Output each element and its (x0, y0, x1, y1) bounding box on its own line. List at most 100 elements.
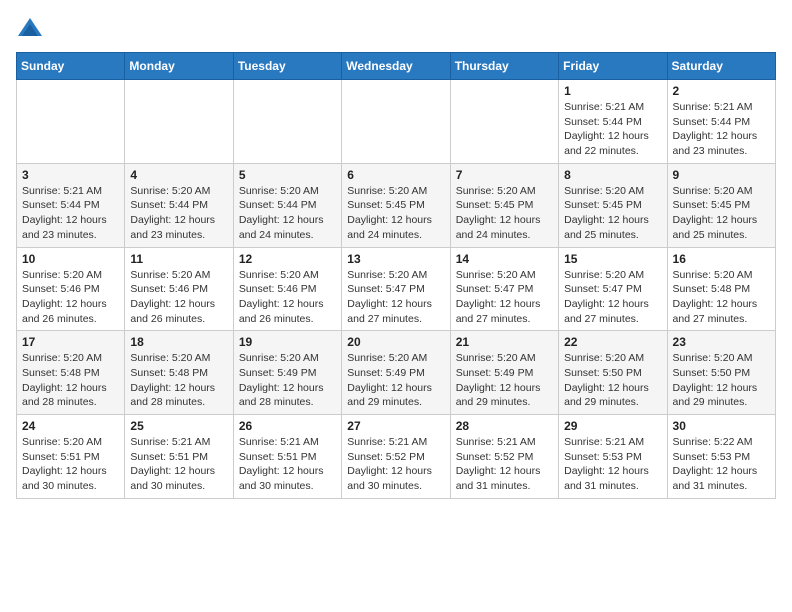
day-number: 2 (673, 84, 770, 98)
weekday-monday: Monday (125, 53, 233, 80)
day-number: 28 (456, 419, 553, 433)
calendar-cell: 22 Sunrise: 5:20 AMSunset: 5:50 PMDayligh… (559, 331, 667, 415)
day-info: Sunrise: 5:21 AMSunset: 5:51 PMDaylight:… (130, 435, 227, 494)
day-number: 4 (130, 168, 227, 182)
calendar-cell: 10 Sunrise: 5:20 AMSunset: 5:46 PMDayligh… (17, 247, 125, 331)
day-info: Sunrise: 5:20 AMSunset: 5:50 PMDaylight:… (673, 351, 770, 410)
day-number: 15 (564, 252, 661, 266)
calendar-cell: 11 Sunrise: 5:20 AMSunset: 5:46 PMDayligh… (125, 247, 233, 331)
calendar-cell: 3 Sunrise: 5:21 AMSunset: 5:44 PMDaylight… (17, 163, 125, 247)
day-number: 5 (239, 168, 336, 182)
calendar-cell: 30 Sunrise: 5:22 AMSunset: 5:53 PMDayligh… (667, 415, 775, 499)
calendar-cell (125, 80, 233, 164)
day-info: Sunrise: 5:20 AMSunset: 5:47 PMDaylight:… (564, 268, 661, 327)
calendar-cell: 16 Sunrise: 5:20 AMSunset: 5:48 PMDayligh… (667, 247, 775, 331)
weekday-header-row: SundayMondayTuesdayWednesdayThursdayFrid… (17, 53, 776, 80)
calendar-week-2: 3 Sunrise: 5:21 AMSunset: 5:44 PMDaylight… (17, 163, 776, 247)
day-number: 23 (673, 335, 770, 349)
day-info: Sunrise: 5:20 AMSunset: 5:46 PMDaylight:… (239, 268, 336, 327)
calendar-week-5: 24 Sunrise: 5:20 AMSunset: 5:51 PMDayligh… (17, 415, 776, 499)
day-number: 9 (673, 168, 770, 182)
day-info: Sunrise: 5:21 AMSunset: 5:44 PMDaylight:… (22, 184, 119, 243)
day-number: 20 (347, 335, 444, 349)
calendar-cell: 15 Sunrise: 5:20 AMSunset: 5:47 PMDayligh… (559, 247, 667, 331)
calendar-cell: 27 Sunrise: 5:21 AMSunset: 5:52 PMDayligh… (342, 415, 450, 499)
day-info: Sunrise: 5:20 AMSunset: 5:45 PMDaylight:… (347, 184, 444, 243)
calendar-cell: 2 Sunrise: 5:21 AMSunset: 5:44 PMDaylight… (667, 80, 775, 164)
day-number: 29 (564, 419, 661, 433)
day-number: 3 (22, 168, 119, 182)
day-number: 16 (673, 252, 770, 266)
calendar-cell (342, 80, 450, 164)
calendar-cell: 26 Sunrise: 5:21 AMSunset: 5:51 PMDayligh… (233, 415, 341, 499)
calendar-cell: 21 Sunrise: 5:20 AMSunset: 5:49 PMDayligh… (450, 331, 558, 415)
day-number: 11 (130, 252, 227, 266)
logo (16, 16, 48, 44)
calendar-cell: 8 Sunrise: 5:20 AMSunset: 5:45 PMDaylight… (559, 163, 667, 247)
day-info: Sunrise: 5:20 AMSunset: 5:45 PMDaylight:… (564, 184, 661, 243)
day-info: Sunrise: 5:20 AMSunset: 5:49 PMDaylight:… (347, 351, 444, 410)
calendar-cell: 23 Sunrise: 5:20 AMSunset: 5:50 PMDayligh… (667, 331, 775, 415)
day-number: 17 (22, 335, 119, 349)
day-number: 14 (456, 252, 553, 266)
day-info: Sunrise: 5:21 AMSunset: 5:44 PMDaylight:… (673, 100, 770, 159)
day-number: 25 (130, 419, 227, 433)
day-info: Sunrise: 5:22 AMSunset: 5:53 PMDaylight:… (673, 435, 770, 494)
day-info: Sunrise: 5:20 AMSunset: 5:44 PMDaylight:… (239, 184, 336, 243)
day-info: Sunrise: 5:21 AMSunset: 5:52 PMDaylight:… (347, 435, 444, 494)
day-number: 18 (130, 335, 227, 349)
weekday-wednesday: Wednesday (342, 53, 450, 80)
calendar-cell: 1 Sunrise: 5:21 AMSunset: 5:44 PMDaylight… (559, 80, 667, 164)
calendar-cell: 24 Sunrise: 5:20 AMSunset: 5:51 PMDayligh… (17, 415, 125, 499)
day-info: Sunrise: 5:20 AMSunset: 5:48 PMDaylight:… (22, 351, 119, 410)
weekday-friday: Friday (559, 53, 667, 80)
day-info: Sunrise: 5:20 AMSunset: 5:51 PMDaylight:… (22, 435, 119, 494)
weekday-thursday: Thursday (450, 53, 558, 80)
calendar-cell: 29 Sunrise: 5:21 AMSunset: 5:53 PMDayligh… (559, 415, 667, 499)
day-info: Sunrise: 5:20 AMSunset: 5:46 PMDaylight:… (130, 268, 227, 327)
day-info: Sunrise: 5:21 AMSunset: 5:51 PMDaylight:… (239, 435, 336, 494)
day-info: Sunrise: 5:20 AMSunset: 5:48 PMDaylight:… (673, 268, 770, 327)
calendar-cell: 20 Sunrise: 5:20 AMSunset: 5:49 PMDayligh… (342, 331, 450, 415)
calendar-cell: 17 Sunrise: 5:20 AMSunset: 5:48 PMDayligh… (17, 331, 125, 415)
day-number: 10 (22, 252, 119, 266)
calendar-cell: 5 Sunrise: 5:20 AMSunset: 5:44 PMDaylight… (233, 163, 341, 247)
weekday-sunday: Sunday (17, 53, 125, 80)
day-number: 24 (22, 419, 119, 433)
day-number: 12 (239, 252, 336, 266)
day-number: 19 (239, 335, 336, 349)
day-info: Sunrise: 5:20 AMSunset: 5:45 PMDaylight:… (673, 184, 770, 243)
day-info: Sunrise: 5:20 AMSunset: 5:49 PMDaylight:… (456, 351, 553, 410)
calendar-cell (17, 80, 125, 164)
day-info: Sunrise: 5:20 AMSunset: 5:50 PMDaylight:… (564, 351, 661, 410)
day-info: Sunrise: 5:21 AMSunset: 5:44 PMDaylight:… (564, 100, 661, 159)
day-number: 26 (239, 419, 336, 433)
calendar-week-4: 17 Sunrise: 5:20 AMSunset: 5:48 PMDayligh… (17, 331, 776, 415)
calendar-cell: 7 Sunrise: 5:20 AMSunset: 5:45 PMDaylight… (450, 163, 558, 247)
day-number: 22 (564, 335, 661, 349)
calendar-cell: 12 Sunrise: 5:20 AMSunset: 5:46 PMDayligh… (233, 247, 341, 331)
calendar-week-3: 10 Sunrise: 5:20 AMSunset: 5:46 PMDayligh… (17, 247, 776, 331)
day-number: 7 (456, 168, 553, 182)
day-info: Sunrise: 5:20 AMSunset: 5:45 PMDaylight:… (456, 184, 553, 243)
calendar-body: 1 Sunrise: 5:21 AMSunset: 5:44 PMDaylight… (17, 80, 776, 499)
day-info: Sunrise: 5:21 AMSunset: 5:53 PMDaylight:… (564, 435, 661, 494)
calendar-cell: 6 Sunrise: 5:20 AMSunset: 5:45 PMDaylight… (342, 163, 450, 247)
day-info: Sunrise: 5:20 AMSunset: 5:44 PMDaylight:… (130, 184, 227, 243)
day-number: 1 (564, 84, 661, 98)
day-number: 13 (347, 252, 444, 266)
calendar-cell: 14 Sunrise: 5:20 AMSunset: 5:47 PMDayligh… (450, 247, 558, 331)
day-number: 21 (456, 335, 553, 349)
calendar-cell: 9 Sunrise: 5:20 AMSunset: 5:45 PMDaylight… (667, 163, 775, 247)
day-info: Sunrise: 5:20 AMSunset: 5:47 PMDaylight:… (456, 268, 553, 327)
calendar-cell: 28Sunrise: 5:21 AMSunset: 5:52 PMDayligh… (450, 415, 558, 499)
day-number: 27 (347, 419, 444, 433)
day-number: 6 (347, 168, 444, 182)
calendar-table: SundayMondayTuesdayWednesdayThursdayFrid… (16, 52, 776, 499)
day-number: 30 (673, 419, 770, 433)
day-number: 8 (564, 168, 661, 182)
day-info: Sunrise: 5:20 AMSunset: 5:46 PMDaylight:… (22, 268, 119, 327)
day-info: Sunrise: 5:20 AMSunset: 5:49 PMDaylight:… (239, 351, 336, 410)
page-header (16, 16, 776, 44)
calendar-cell (450, 80, 558, 164)
